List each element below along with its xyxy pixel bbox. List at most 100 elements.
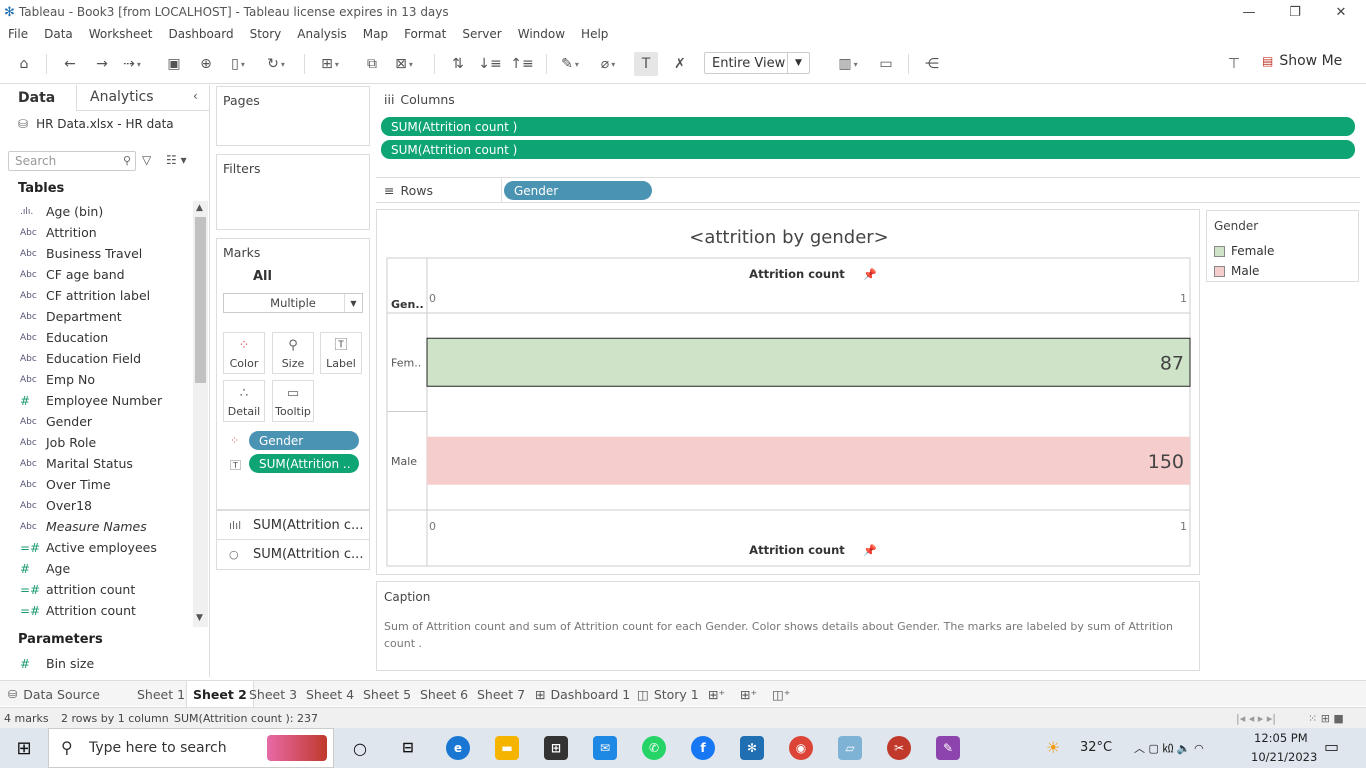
columns-shelf[interactable]: iii Columns SUM(Attrition count ) SUM(Att… <box>376 86 1360 170</box>
mark-type-select[interactable]: Multiple ▼ <box>223 293 363 313</box>
field-item[interactable]: Abc Attrition <box>0 222 193 243</box>
store-icon[interactable]: ⊞ <box>544 736 568 760</box>
field-item[interactable]: Abc Over Time <box>0 474 193 495</box>
worksheet-view[interactable]: <attrition by gender> Attrition count 📌 At… <box>376 209 1200 575</box>
field-item[interactable]: =# Active employees <box>0 537 193 558</box>
field-item[interactable]: Abc Gender <box>0 411 193 432</box>
widgets-icon[interactable]: ⊟ <box>396 736 420 760</box>
field-item[interactable]: Abc Education <box>0 327 193 348</box>
detail-button[interactable]: ∴ Detail <box>223 380 265 422</box>
sort-ascending-icon[interactable]: ↓≡ <box>478 52 502 76</box>
paint-icon[interactable]: ✎ <box>936 736 960 760</box>
filter-icon[interactable]: ▽ <box>142 153 151 167</box>
tooltip-button[interactable]: ▭ Tooltip <box>272 380 314 422</box>
menu-format[interactable]: Format <box>404 27 446 41</box>
field-item[interactable]: Abc CF age band <box>0 264 193 285</box>
windows-start-icon[interactable]: ⊞ <box>12 736 36 760</box>
task-view-icon[interactable]: ○ <box>348 736 372 760</box>
menu-map[interactable]: Map <box>363 27 388 41</box>
field-item[interactable]: Abc Marital Status <box>0 453 193 474</box>
group-icon[interactable]: ⌀ ▾ <box>596 52 620 76</box>
filters-shelf[interactable]: Filters <box>216 154 370 230</box>
pages-shelf[interactable]: Pages <box>216 86 370 146</box>
presentation-icon[interactable]: ▭ <box>874 52 898 76</box>
facebook-icon[interactable]: f <box>691 736 715 760</box>
new-datasource-icon[interactable]: ⊕ <box>194 52 218 76</box>
highlight-icon[interactable]: ✎ ▾ <box>558 52 582 76</box>
clear-sheet-icon[interactable]: ⊠ ▾ <box>392 52 416 76</box>
tab-sheet-1[interactable]: Sheet 1 <box>137 681 185 707</box>
show-labels-icon[interactable]: T <box>634 52 658 76</box>
chrome-icon[interactable]: ◉ <box>789 736 813 760</box>
pause-updates-icon[interactable]: ▯ ▾ <box>226 52 250 76</box>
marks-attrition-pill[interactable]: SUM(Attrition .. <box>249 454 359 473</box>
datasource-item[interactable]: ⛁ HR Data.xlsx - HR data <box>18 117 174 131</box>
duplicate-sheet-icon[interactable]: ⧉ <box>360 52 384 76</box>
tab-sheet-6[interactable]: Sheet 6 <box>420 681 468 707</box>
restore-button[interactable]: ❐ <box>1272 0 1318 24</box>
file-explorer-icon[interactable]: ▬ <box>495 736 519 760</box>
new-worksheet-tab-icon[interactable]: ⊞⁺ <box>708 681 725 707</box>
legend-item-male[interactable]: Male <box>1214 264 1259 278</box>
tab-sheet-4[interactable]: Sheet 4 <box>306 681 354 707</box>
sort-descending-icon[interactable]: ↑≡ <box>510 52 534 76</box>
tableau-taskbar-icon[interactable]: ✻ <box>740 736 764 760</box>
home-icon[interactable]: ⌂ <box>12 52 36 76</box>
mail-icon[interactable]: ✉ <box>593 736 617 760</box>
columns-pill-2[interactable]: SUM(Attrition count ) <box>381 140 1355 159</box>
fit-select[interactable]: Entire View ▼ <box>704 52 810 74</box>
tab-sheet-5[interactable]: Sheet 5 <box>363 681 411 707</box>
menu-data[interactable]: Data <box>44 27 73 41</box>
tab-data[interactable]: Data <box>0 85 77 111</box>
legend-item-female[interactable]: Female <box>1214 244 1274 258</box>
field-item[interactable]: Abc Education Field <box>0 348 193 369</box>
view-options-icon[interactable]: ☷ ▾ <box>166 153 187 167</box>
taskbar-time[interactable]: 12:05 PM <box>1254 731 1308 745</box>
tab-sheet-3[interactable]: Sheet 3 <box>249 681 297 707</box>
marks-gender-pill[interactable]: Gender <box>249 431 359 450</box>
snip-icon[interactable]: ✂ <box>887 736 911 760</box>
show-cards-icon[interactable]: ▥ ▾ <box>836 52 860 76</box>
view-mode-icon[interactable]: ⁙ ⊞ ■ <box>1308 712 1344 725</box>
edge-icon[interactable]: e <box>446 736 470 760</box>
marks-measure-circle[interactable]: ○ SUM(Attrition c... <box>216 540 370 570</box>
field-item[interactable]: Abc Over18 <box>0 495 193 516</box>
field-item[interactable]: Abc Emp No <box>0 369 193 390</box>
undo-icon[interactable]: ← <box>58 52 82 76</box>
minimize-button[interactable]: — <box>1226 0 1272 24</box>
field-item[interactable]: Abc Measure Names <box>0 516 193 537</box>
sheet-navigation-icon[interactable]: |◂ ◂ ▸ ▸| <box>1236 712 1276 725</box>
app-icon[interactable]: ▱ <box>838 736 862 760</box>
menu-file[interactable]: File <box>8 27 28 41</box>
columns-pill-1[interactable]: SUM(Attrition count ) <box>381 117 1355 136</box>
field-item[interactable]: Abc CF attrition label <box>0 285 193 306</box>
notification-icon[interactable]: ▭ <box>1324 737 1339 756</box>
fix-axes-icon[interactable]: ✗ <box>668 52 692 76</box>
field-list-scrollbar[interactable]: ▲ ▼ <box>193 201 208 627</box>
menu-window[interactable]: Window <box>518 27 565 41</box>
field-item[interactable]: # Age <box>0 558 193 579</box>
color-button[interactable]: ⁘ Color <box>223 332 265 374</box>
size-button[interactable]: ⚲ Size <box>272 332 314 374</box>
replay-icon[interactable]: ⇢ ▾ <box>120 52 144 76</box>
field-item[interactable]: Abc Department <box>0 306 193 327</box>
field-item[interactable]: =# attrition count <box>0 579 193 600</box>
label-button[interactable]: 🅃 Label <box>320 332 362 374</box>
menu-server[interactable]: Server <box>462 27 501 41</box>
weather-temp[interactable]: 32°C <box>1080 740 1112 755</box>
menu-worksheet[interactable]: Worksheet <box>89 27 153 41</box>
new-story-tab-icon[interactable]: ◫⁺ <box>772 681 790 707</box>
close-button[interactable]: ✕ <box>1318 0 1364 24</box>
field-item[interactable]: Abc Business Travel <box>0 243 193 264</box>
field-item[interactable]: =# Attrition count <box>0 600 193 621</box>
tray-icons[interactable]: ︿ ▢ ㏀ 🔈 ◠ <box>1134 740 1204 756</box>
tab-sheet-2[interactable]: Sheet 2 <box>186 681 254 707</box>
taskbar-date[interactable]: 10/21/2023 <box>1251 750 1317 764</box>
rows-gender-pill[interactable]: Gender <box>504 181 652 200</box>
tab-dashboard-1[interactable]: ⊞ Dashboard 1 <box>535 681 630 707</box>
collapse-pane-icon[interactable]: ‹ <box>193 89 198 103</box>
menu-help[interactable]: Help <box>581 27 608 41</box>
whatsapp-icon[interactable]: ✆ <box>642 736 666 760</box>
format-painter-icon[interactable]: ⊤ <box>1222 52 1246 76</box>
search-input[interactable]: Search ⚲ <box>8 151 136 171</box>
